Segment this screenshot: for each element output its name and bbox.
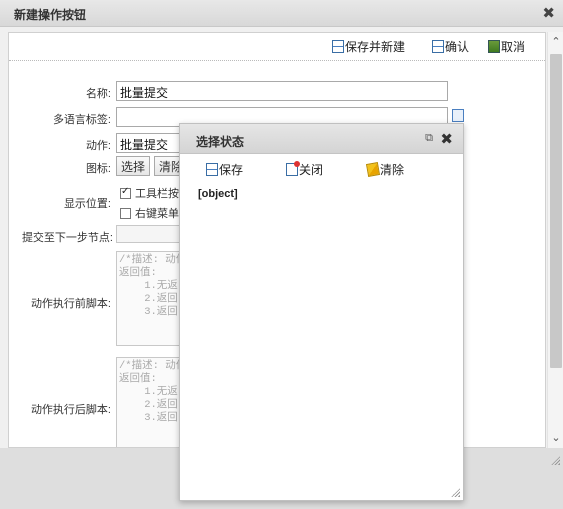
edit-icon[interactable] xyxy=(452,109,464,122)
exit-icon xyxy=(488,40,500,53)
eraser-icon xyxy=(365,162,381,177)
popup-toolbar: 保存 关闭 清除 xyxy=(180,158,463,180)
confirm-label: 确认 xyxy=(445,40,470,54)
after-script-label: 动作执行后脚本: xyxy=(30,404,111,416)
name-label: 名称: xyxy=(85,88,111,100)
dialog-title: 新建操作按钮 xyxy=(14,8,87,22)
popup-close-button[interactable]: 关闭 xyxy=(286,161,323,179)
select-state-popup: 选择状态 ⧉ ✖ 保存 关闭 清除 [object] xyxy=(179,123,464,501)
scroll-up-icon[interactable]: ⌃ xyxy=(548,34,563,50)
toolbar-position-label: 工具栏按 xyxy=(135,188,179,200)
dialog-close-icon[interactable]: ✖ xyxy=(542,4,555,22)
next-node-label: 提交至下一步节点: xyxy=(21,232,113,244)
popup-titlebar[interactable]: 选择状态 ⧉ ✖ xyxy=(180,124,463,154)
save-icon xyxy=(432,40,444,53)
checkbox-checked[interactable] xyxy=(120,186,131,199)
resize-grip-icon[interactable] xyxy=(450,487,460,497)
popup-close-label: 关闭 xyxy=(299,163,324,177)
scroll-down-icon[interactable]: ⌄ xyxy=(548,430,563,446)
position-label: 显示位置: xyxy=(63,198,111,210)
popup-close-icon[interactable]: ✖ xyxy=(440,130,453,148)
save-and-new-label: 保存并新建 xyxy=(345,40,406,54)
popup-save-label: 保存 xyxy=(219,163,244,177)
save-icon xyxy=(332,40,344,53)
scrollbar-thumb[interactable] xyxy=(550,54,562,368)
resize-grip-icon[interactable] xyxy=(550,455,560,465)
name-input[interactable]: 批量提交 xyxy=(116,81,448,101)
popup-body-text: [object] xyxy=(198,188,238,200)
popup-save-button[interactable]: 保存 xyxy=(206,161,243,179)
i18n-label: 多语言标签: xyxy=(52,114,111,126)
cancel-label: 取消 xyxy=(501,40,526,54)
confirm-button[interactable]: 确认 xyxy=(432,38,469,56)
close-window-icon xyxy=(286,161,300,176)
action-label: 动作: xyxy=(85,140,111,152)
context-menu-position-checkbox[interactable]: 右键菜单 xyxy=(120,205,179,221)
cancel-button[interactable]: 取消 xyxy=(488,38,525,56)
dialog-toolbar: 保存并新建 确认 取消 xyxy=(9,33,545,61)
context-menu-position-label: 右键菜单 xyxy=(135,208,179,220)
save-and-new-button[interactable]: 保存并新建 xyxy=(332,38,405,56)
popup-title: 选择状态 xyxy=(196,135,245,149)
icon-label: 图标: xyxy=(85,163,111,175)
icon-select-button[interactable]: 选择 xyxy=(116,156,151,176)
toolbar-position-checkbox[interactable]: 工具栏按 xyxy=(120,185,179,201)
vertical-scrollbar[interactable]: ⌃ ⌄ xyxy=(547,32,563,448)
popup-clear-button[interactable]: 清除 xyxy=(365,161,405,179)
dialog-titlebar[interactable]: 新建操作按钮 ✖ xyxy=(0,0,563,27)
popout-icon[interactable]: ⧉ xyxy=(425,132,433,145)
before-script-label: 动作执行前脚本: xyxy=(30,298,111,310)
popup-clear-label: 清除 xyxy=(380,163,405,177)
save-icon xyxy=(206,163,218,176)
checkbox-unchecked[interactable] xyxy=(120,208,131,219)
